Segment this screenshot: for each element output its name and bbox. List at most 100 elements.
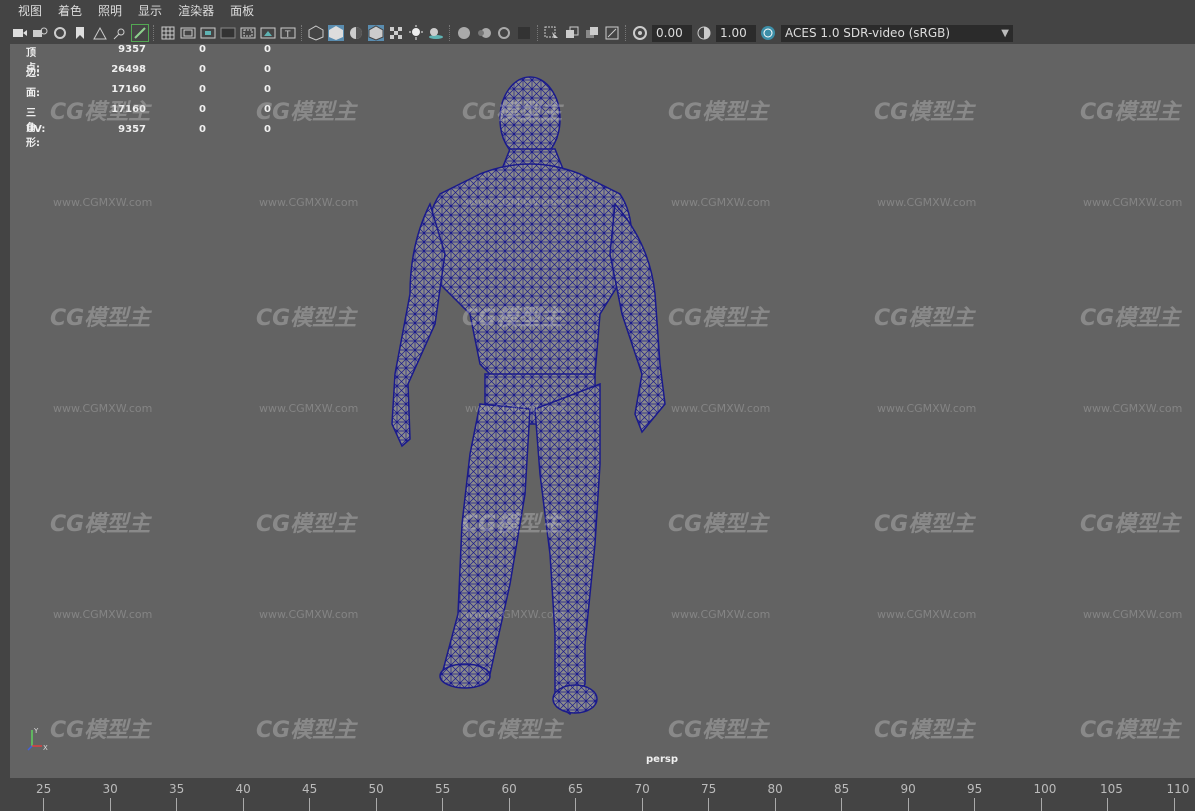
exposure-icon[interactable] — [632, 25, 648, 41]
hud-label: UV: — [26, 124, 46, 135]
default-material-icon[interactable] — [348, 25, 364, 41]
timeline-tick — [309, 798, 310, 811]
wireframe-on-shaded-icon[interactable] — [368, 25, 384, 41]
safe-title-icon[interactable]: T — [280, 25, 296, 41]
time-slider[interactable]: 25 30 35 40 45 50 55 60 65 70 75 80 85 90 95 100 105 110 — [0, 778, 1195, 811]
grease-pencil-icon[interactable] — [131, 24, 149, 42]
viewport-persp[interactable]: 顶点: 9357 0 0 边: 26498 0 0 面: 17160 0 0 三… — [10, 44, 1195, 778]
menu-renderer[interactable]: 渲染器 — [170, 0, 222, 22]
watermark-logo: CG模型主 — [1080, 100, 1181, 125]
smooth-shade-icon[interactable] — [328, 25, 344, 41]
menu-lighting[interactable]: 照明 — [90, 0, 130, 22]
watermark-url: www.CGMXW.com — [259, 402, 359, 415]
watermark-logo: CG模型主 — [1080, 512, 1181, 537]
film-gate-icon[interactable] — [180, 25, 196, 41]
lights-icon[interactable] — [408, 25, 424, 41]
watermark-url: www.CGMXW.com — [1083, 608, 1183, 621]
toolbar-separator — [301, 25, 303, 41]
watermark-url: www.CGMXW.com — [465, 196, 565, 209]
timeline-tick — [1173, 798, 1175, 811]
character-wireframe-mesh[interactable] — [10, 44, 1195, 778]
depth-of-field-icon[interactable] — [516, 25, 532, 41]
view-transform-value: ACES 1.0 SDR-video (sRGB) — [785, 25, 951, 40]
watermark-logo: CG模型主 — [874, 306, 975, 331]
panel-toolbar: T 0.00 1.00 ACES 1.0 SDR-video (sRGB) ▼ — [10, 22, 1195, 44]
camera-attributes-icon[interactable] — [32, 25, 48, 41]
menu-bar: 视图 着色 照明 显示 渲染器 面板 — [0, 0, 1195, 22]
safe-action-icon[interactable] — [260, 25, 276, 41]
axis-x-label: X — [43, 744, 48, 752]
timeline-tick — [508, 798, 510, 811]
xray-joints-icon[interactable] — [584, 25, 600, 41]
watermark-logo: CG模型主 — [50, 718, 151, 743]
timeline-tick-label: 85 — [834, 782, 850, 796]
watermark-url: www.CGMXW.com — [877, 402, 977, 415]
screen-space-ao-icon[interactable] — [456, 25, 472, 41]
timeline-tick-label: 80 — [767, 782, 783, 796]
bookmark-camera-icon[interactable] — [52, 25, 68, 41]
toolbar-separator — [153, 25, 155, 41]
watermark-url: www.CGMXW.com — [53, 402, 153, 415]
2d-pan-zoom-icon[interactable] — [112, 25, 128, 41]
xray-icon[interactable] — [564, 25, 580, 41]
watermark-url: www.CGMXW.com — [877, 196, 977, 209]
hud-label: 面: — [26, 88, 40, 99]
gamma-field[interactable]: 1.00 — [716, 24, 756, 42]
watermark-logo: CG模型主 — [462, 718, 563, 743]
field-chart-icon[interactable] — [240, 25, 256, 41]
watermark-url: www.CGMXW.com — [465, 402, 565, 415]
timeline-tick-label: 100 — [1033, 782, 1057, 796]
watermark-logo: CG模型主 — [874, 718, 975, 743]
hud-value: 0 — [264, 64, 271, 75]
motion-blur-icon[interactable] — [476, 25, 492, 41]
xray-components-icon[interactable] — [604, 25, 620, 41]
timeline-tick-label: 40 — [235, 782, 251, 796]
watermark-logo: CG模型主 — [256, 100, 357, 125]
watermark-logo: CG模型主 — [1080, 718, 1181, 743]
timeline-tick-label: 35 — [169, 782, 185, 796]
watermark-url: www.CGMXW.com — [53, 608, 153, 621]
watermark-url: www.CGMXW.com — [53, 196, 153, 209]
anti-aliasing-icon[interactable] — [496, 25, 512, 41]
watermark-url: www.CGMXW.com — [259, 196, 359, 209]
shadows-icon[interactable] — [428, 25, 444, 41]
resolution-gate-icon[interactable] — [200, 25, 216, 41]
watermark-logo: CG模型主 — [462, 512, 563, 537]
camera-icon[interactable] — [12, 25, 28, 41]
timeline-tick-label: 30 — [102, 782, 118, 796]
color-management-icon[interactable] — [760, 25, 776, 41]
timeline-tick-label: 65 — [568, 782, 584, 796]
timeline-tick-label: 90 — [900, 782, 916, 796]
timeline-tick-label: 110 — [1166, 782, 1190, 796]
gate-mask-icon[interactable] — [220, 25, 236, 41]
menu-panels[interactable]: 面板 — [222, 0, 262, 22]
watermark-logo: CG模型主 — [256, 306, 357, 331]
menu-view[interactable]: 视图 — [0, 0, 50, 22]
gamma-icon[interactable] — [696, 25, 712, 41]
menu-show[interactable]: 显示 — [130, 0, 170, 22]
toolbar-separator — [625, 25, 627, 41]
svg-text:T: T — [284, 30, 291, 40]
timeline-tick-label: 95 — [967, 782, 983, 796]
view-transform-select[interactable]: ACES 1.0 SDR-video (sRGB) ▼ — [781, 24, 1013, 42]
hud-label: 边: — [26, 68, 40, 79]
watermark-logo: CG模型主 — [50, 512, 151, 537]
isolate-select-icon[interactable] — [544, 25, 560, 41]
exposure-field[interactable]: 0.00 — [652, 24, 692, 42]
timeline-tick — [774, 798, 776, 811]
timeline-tick — [176, 798, 177, 811]
hud-value: 0 — [199, 104, 206, 115]
wireframe-icon[interactable] — [308, 25, 324, 41]
menu-shading[interactable]: 着色 — [50, 0, 90, 22]
watermark-logo: CG模型主 — [50, 306, 151, 331]
bookmark-icon[interactable] — [72, 25, 88, 41]
watermark-logo: CG模型主 — [256, 512, 357, 537]
textured-icon[interactable] — [388, 25, 404, 41]
grid-icon[interactable] — [160, 25, 176, 41]
watermark-logo: CG模型主 — [462, 100, 563, 125]
timeline-tick-label: 70 — [634, 782, 650, 796]
image-plane-icon[interactable] — [92, 25, 108, 41]
watermark-url: www.CGMXW.com — [259, 608, 359, 621]
timeline-tick — [1107, 798, 1108, 811]
watermark-url: www.CGMXW.com — [1083, 402, 1183, 415]
